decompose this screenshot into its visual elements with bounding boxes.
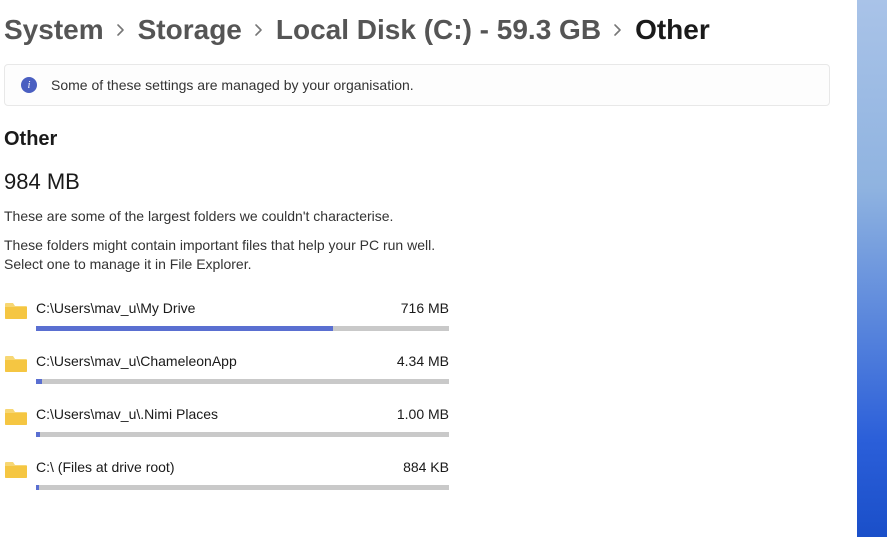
usage-bar (36, 432, 449, 437)
total-size: 984 MB (4, 169, 853, 195)
usage-bar-fill (36, 379, 42, 384)
desktop-wallpaper-edge (857, 0, 887, 537)
folder-list: C:\Users\mav_u\My Drive 716 MB C:\Users\… (4, 292, 449, 504)
folder-icon (4, 459, 28, 479)
chevron-right-icon (613, 23, 623, 37)
usage-bar-fill (36, 432, 40, 437)
chevron-right-icon (116, 23, 126, 37)
folder-size: 884 KB (403, 459, 449, 475)
info-icon: i (21, 77, 37, 93)
managed-by-org-banner: i Some of these settings are managed by … (4, 64, 830, 106)
folder-path: C:\Users\mav_u\ChameleonApp (36, 353, 237, 369)
usage-bar (36, 379, 449, 384)
breadcrumb-storage[interactable]: Storage (138, 14, 242, 46)
usage-bar (36, 326, 449, 331)
folder-item[interactable]: C:\Users\mav_u\.Nimi Places 1.00 MB (4, 398, 449, 451)
usage-bar-fill (36, 326, 333, 331)
folder-path: C:\Users\mav_u\.Nimi Places (36, 406, 218, 422)
breadcrumb-system[interactable]: System (4, 14, 104, 46)
desc-line: These folders might contain important fi… (4, 236, 853, 274)
usage-bar-fill (36, 485, 39, 490)
breadcrumb-disk[interactable]: Local Disk (C:) - 59.3 GB (276, 14, 601, 46)
folder-path: C:\ (Files at drive root) (36, 459, 174, 475)
folder-item[interactable]: C:\Users\mav_u\My Drive 716 MB (4, 292, 449, 345)
breadcrumb: System Storage Local Disk (C:) - 59.3 GB… (4, 0, 853, 64)
chevron-right-icon (254, 23, 264, 37)
folder-size: 1.00 MB (397, 406, 449, 422)
banner-text: Some of these settings are managed by yo… (51, 77, 414, 93)
folder-icon (4, 353, 28, 373)
desc-line: These are some of the largest folders we… (4, 207, 853, 226)
usage-bar (36, 485, 449, 490)
breadcrumb-current: Other (635, 14, 710, 46)
folder-item[interactable]: C:\ (Files at drive root) 884 KB (4, 451, 449, 504)
folder-icon (4, 300, 28, 320)
folder-icon (4, 406, 28, 426)
folder-size: 716 MB (401, 300, 449, 316)
folder-size: 4.34 MB (397, 353, 449, 369)
section-title: Other (4, 128, 853, 151)
folder-item[interactable]: C:\Users\mav_u\ChameleonApp 4.34 MB (4, 345, 449, 398)
description: These are some of the largest folders we… (4, 207, 853, 274)
folder-path: C:\Users\mav_u\My Drive (36, 300, 195, 316)
